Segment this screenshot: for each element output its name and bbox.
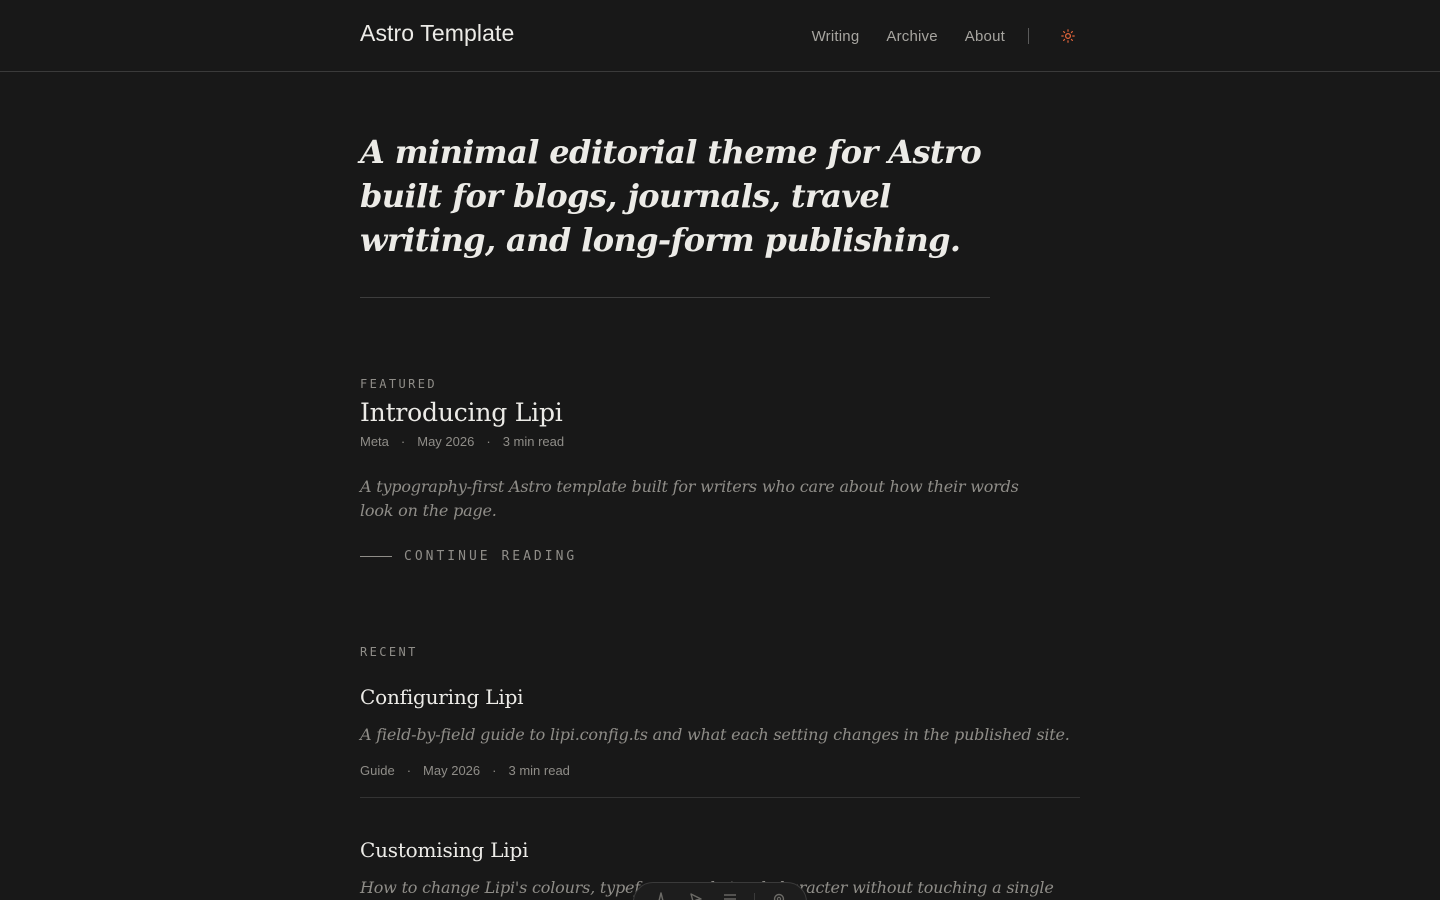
post-meta: Guide · May 2026 · 3 min read <box>360 763 1080 778</box>
nav-divider <box>1028 28 1029 44</box>
site-header: Astro Template Writing Archive About <box>0 0 1440 72</box>
astro-icon <box>658 892 664 900</box>
meta-separator: · <box>406 763 412 778</box>
featured-post-meta: Meta · May 2026 · 3 min read <box>360 434 1080 449</box>
dev-toolbar <box>633 882 807 900</box>
toolbar-divider <box>754 893 756 900</box>
featured-post-date: May 2026 <box>417 434 475 449</box>
featured-section: FEATURED Introducing Lipi Meta · May 202… <box>360 377 1080 564</box>
theme-toggle-button[interactable] <box>1057 25 1079 47</box>
inspect-button[interactable] <box>685 891 707 900</box>
settings-button[interactable] <box>768 891 790 900</box>
continue-reading-label: CONTINUE READING <box>404 549 578 564</box>
main-content: A minimal editorial theme for Astro buil… <box>360 72 1080 897</box>
astro-button[interactable] <box>650 891 672 900</box>
nav-archive[interactable]: Archive <box>886 28 937 45</box>
post-excerpt: A field-by-field guide to lipi.config.ts… <box>360 725 1070 744</box>
menu-button[interactable] <box>719 891 741 900</box>
featured-eyebrow: FEATURED <box>360 377 437 391</box>
post-item: Configuring Lipi A field-by-field guide … <box>360 683 1080 798</box>
settings-icon <box>773 893 784 900</box>
main-nav: Writing Archive About <box>812 0 1080 72</box>
post-date: May 2026 <box>423 763 481 778</box>
meta-separator: · <box>486 434 491 449</box>
post-title[interactable]: Configuring Lipi <box>360 683 1080 711</box>
featured-post-excerpt: A typography-first Astro template built … <box>360 477 1019 520</box>
recent-eyebrow: RECENT <box>360 645 418 659</box>
meta-separator: · <box>492 763 497 778</box>
continue-line <box>360 556 392 557</box>
pointer-icon <box>690 893 702 900</box>
featured-post-title[interactable]: Introducing Lipi <box>360 396 1080 430</box>
post-title[interactable]: Customising Lipi <box>360 836 1080 864</box>
featured-post-read-time: 3 min read <box>502 434 565 449</box>
post-category: Guide <box>360 763 395 778</box>
meta-separator: · <box>400 434 406 449</box>
menu-icon <box>724 894 737 900</box>
nav-writing[interactable]: Writing <box>812 28 860 45</box>
site-title-link[interactable]: Astro Template <box>360 20 514 47</box>
recent-section: RECENT Configuring Lipi A field-by-field… <box>360 645 1080 900</box>
continue-reading-link[interactable]: CONTINUE READING <box>360 549 1080 564</box>
nav-about[interactable]: About <box>965 28 1005 45</box>
hero-tagline: A minimal editorial theme for Astro buil… <box>360 72 990 298</box>
featured-post-category: Meta <box>360 434 389 449</box>
sun-icon <box>1061 29 1075 43</box>
post-read-time: 3 min read <box>508 763 570 778</box>
